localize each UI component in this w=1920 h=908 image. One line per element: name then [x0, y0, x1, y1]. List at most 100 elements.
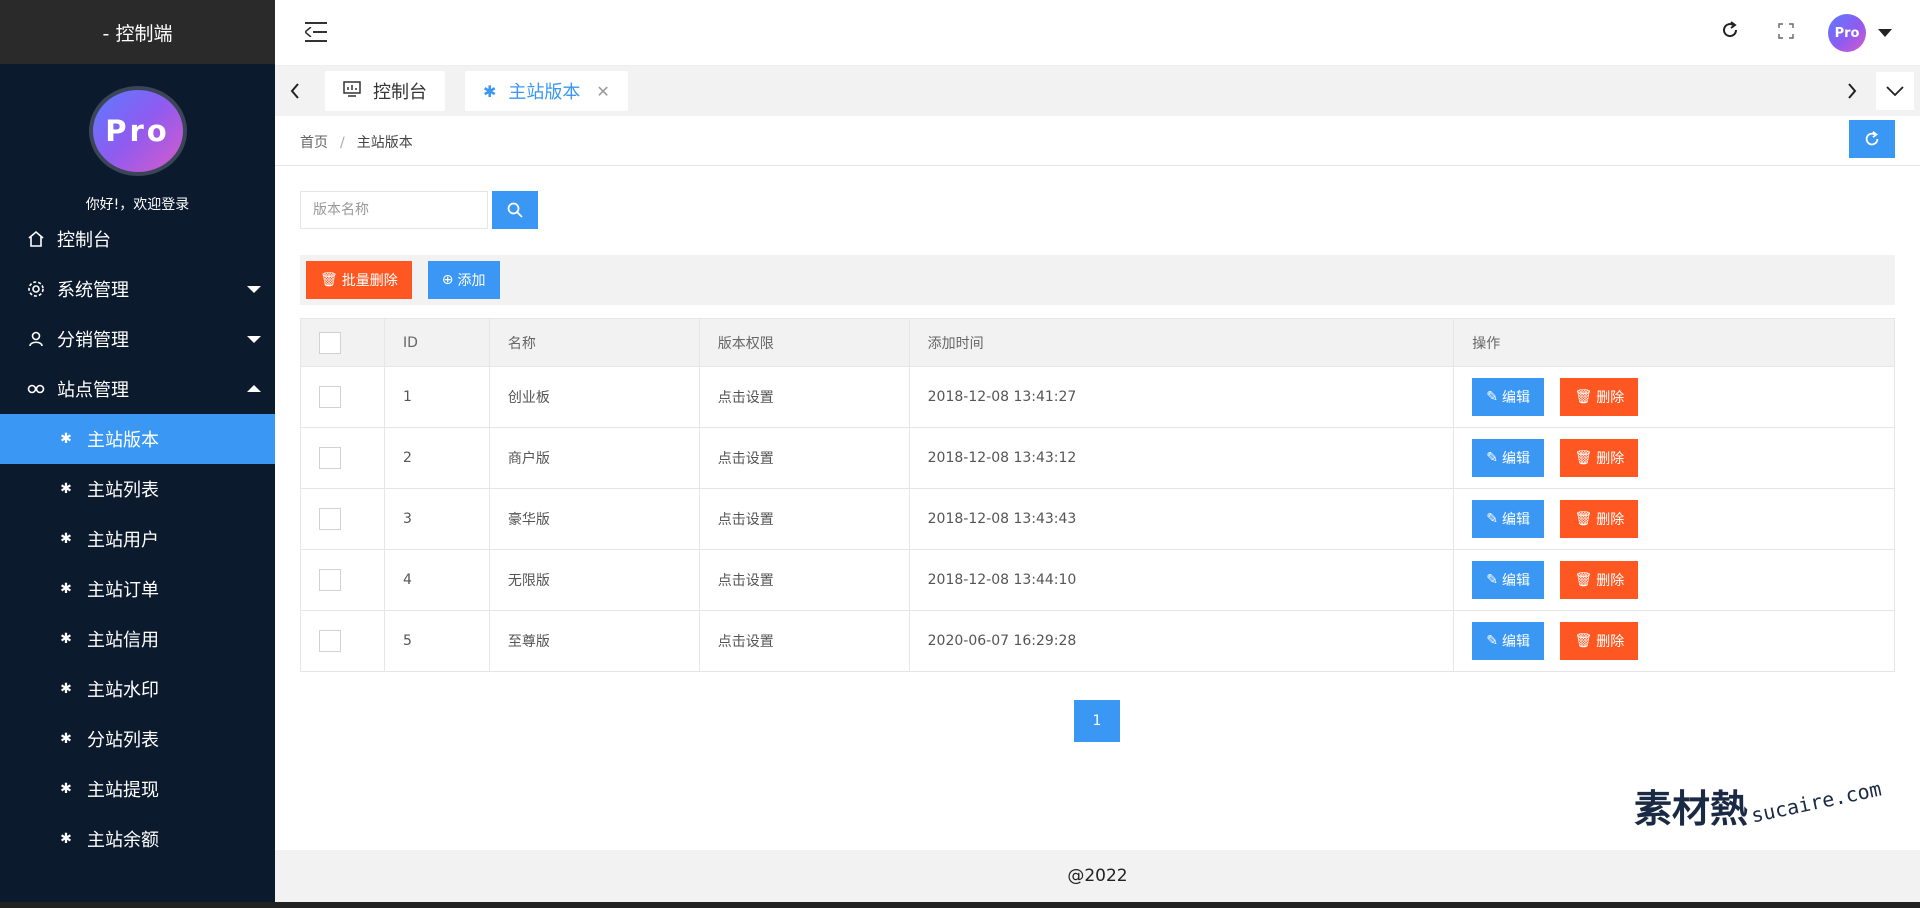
user-icon: [25, 330, 47, 348]
pencil-icon: ✎: [1486, 389, 1498, 405]
pencil-icon: ✎: [1486, 633, 1498, 649]
cell-id: 5: [383, 610, 490, 672]
edit-button[interactable]: ✎ 编辑: [1472, 439, 1544, 477]
refresh-icon[interactable]: [1702, 20, 1758, 46]
cell-permission-link[interactable]: 点击设置: [698, 610, 910, 672]
home-icon: [25, 230, 47, 248]
sidebar-subitem-main-users[interactable]: ✱ 主站用户: [0, 514, 275, 564]
top-bar: Pro: [275, 0, 1920, 66]
tab-label: 控制台: [373, 82, 427, 103]
column-header-id: ID: [383, 318, 490, 367]
row-select-cell: [300, 488, 385, 550]
version-name-search-input[interactable]: [300, 191, 488, 229]
edit-button[interactable]: ✎ 编辑: [1472, 378, 1544, 416]
trash-icon: 🗑: [1574, 633, 1593, 649]
add-button[interactable]: ⊕ 添加: [427, 261, 500, 299]
sidebar-subitem-main-version[interactable]: ✱ 主站版本: [0, 414, 275, 464]
sidebar-item-distribution[interactable]: 分销管理: [0, 314, 275, 364]
watermark-text: sucaire.com: [1748, 776, 1884, 828]
row-checkbox[interactable]: [319, 630, 341, 652]
button-label: 删除: [1596, 451, 1625, 467]
chevron-right-icon[interactable]: [1834, 66, 1870, 116]
tab-dashboard[interactable]: 控制台: [325, 71, 445, 111]
menu-toggle-icon[interactable]: [305, 22, 329, 42]
sidebar-item-system[interactable]: 系统管理: [0, 264, 275, 314]
avatar[interactable]: Pro: [88, 86, 187, 176]
sidebar-item-label: 控制台: [57, 230, 111, 251]
cell-actions: ✎ 编辑 🗑 删除: [1453, 549, 1895, 611]
sidebar-item-dashboard[interactable]: 控制台: [0, 214, 275, 264]
button-label: 添加: [457, 273, 486, 289]
select-all-checkbox[interactable]: [319, 331, 341, 354]
footer-text: @2022: [1067, 866, 1128, 886]
cell-permission-link[interactable]: 点击设置: [698, 488, 910, 550]
chevron-left-icon[interactable]: [277, 66, 313, 116]
close-icon[interactable]: ✕: [596, 82, 609, 101]
trash-icon: 🗑: [1574, 572, 1593, 588]
palm-icon: ✱: [60, 431, 72, 447]
user-avatar[interactable]: Pro: [1828, 14, 1866, 52]
cell-time: 2018-12-08 13:43:43: [908, 488, 1455, 550]
sidebar-subitem-main-credit[interactable]: ✱ 主站信用: [0, 614, 275, 664]
fullscreen-icon[interactable]: [1758, 21, 1814, 46]
sidebar-subitem-branch-list[interactable]: ✱ 分站列表: [0, 714, 275, 764]
row-checkbox[interactable]: [319, 508, 341, 530]
button-label: 批量删除: [341, 273, 398, 289]
tab-menu-chevron-down-icon[interactable]: [1876, 72, 1914, 110]
plus-circle-icon: ⊕: [441, 272, 454, 288]
palm-icon: ✱: [60, 631, 72, 647]
cell-id: 1: [383, 366, 490, 428]
row-checkbox[interactable]: [319, 447, 341, 469]
chevron-down-icon[interactable]: [1878, 29, 1892, 37]
edit-button[interactable]: ✎ 编辑: [1472, 561, 1544, 599]
row-select-cell: [300, 549, 385, 611]
sidebar-item-label: 站点管理: [57, 380, 129, 401]
search-icon: [507, 202, 523, 218]
app-title: - 控制端: [0, 0, 275, 64]
button-label: 删除: [1596, 390, 1625, 406]
button-label: 编辑: [1501, 451, 1530, 467]
tab-main-version[interactable]: ✱ 主站版本 ✕: [465, 71, 628, 111]
cell-permission-link[interactable]: 点击设置: [698, 427, 910, 489]
pagination-page-1[interactable]: 1: [1074, 700, 1120, 742]
sidebar-item-sites[interactable]: 站点管理: [0, 364, 275, 414]
sidebar-subitem-main-watermark[interactable]: ✱ 主站水印: [0, 664, 275, 714]
cell-actions: ✎ 编辑 🗑 删除: [1453, 610, 1895, 672]
pencil-icon: ✎: [1486, 450, 1498, 466]
breadcrumb-home[interactable]: 首页: [300, 135, 328, 151]
sidebar-subitem-main-list[interactable]: ✱ 主站列表: [0, 464, 275, 514]
sidebar-subitem-main-balance[interactable]: ✱ 主站余额: [0, 814, 275, 864]
chevron-down-icon: [247, 286, 261, 293]
table-row: 2 商户版 点击设置 2018-12-08 13:43:12 ✎ 编辑 🗑 删除: [300, 427, 1895, 489]
footer: @2022: [275, 850, 1920, 902]
button-label: 删除: [1596, 512, 1625, 528]
delete-button[interactable]: 🗑 删除: [1560, 622, 1639, 660]
delete-button[interactable]: 🗑 删除: [1560, 439, 1639, 477]
row-checkbox[interactable]: [319, 569, 341, 591]
palm-icon: ✱: [60, 581, 72, 597]
cell-permission-link[interactable]: 点击设置: [698, 366, 910, 428]
edit-button[interactable]: ✎ 编辑: [1472, 622, 1544, 660]
edit-button[interactable]: ✎ 编辑: [1472, 500, 1544, 538]
sidebar-subitem-main-withdraw[interactable]: ✱ 主站提现: [0, 764, 275, 814]
delete-button[interactable]: 🗑 删除: [1560, 378, 1639, 416]
cell-time: 2018-12-08 13:41:27: [908, 366, 1455, 428]
delete-button[interactable]: 🗑 删除: [1560, 500, 1639, 538]
row-select-cell: [300, 427, 385, 489]
sidebar-subitem-label: 主站列表: [87, 480, 159, 501]
column-header-name: 名称: [488, 318, 700, 367]
cell-id: 2: [383, 427, 490, 489]
page-refresh-button[interactable]: [1849, 120, 1895, 158]
profile-section: Pro 你好!，欢迎登录: [0, 64, 275, 214]
cell-permission-link[interactable]: 点击设置: [698, 549, 910, 611]
sidebar-subitem-label: 主站版本: [87, 430, 159, 451]
table-row: 1 创业板 点击设置 2018-12-08 13:41:27 ✎ 编辑 🗑 删除: [300, 366, 1895, 428]
pencil-icon: ✎: [1486, 511, 1498, 527]
sidebar-subitem-main-orders[interactable]: ✱ 主站订单: [0, 564, 275, 614]
batch-delete-button[interactable]: 🗑 批量删除: [306, 261, 412, 299]
row-checkbox[interactable]: [319, 386, 341, 408]
sidebar-subitem-label: 主站余额: [87, 830, 159, 851]
search-button[interactable]: [492, 191, 538, 229]
delete-button[interactable]: 🗑 删除: [1560, 561, 1639, 599]
table-header-row: ID 名称 版本权限 添加时间 操作: [300, 318, 1895, 367]
